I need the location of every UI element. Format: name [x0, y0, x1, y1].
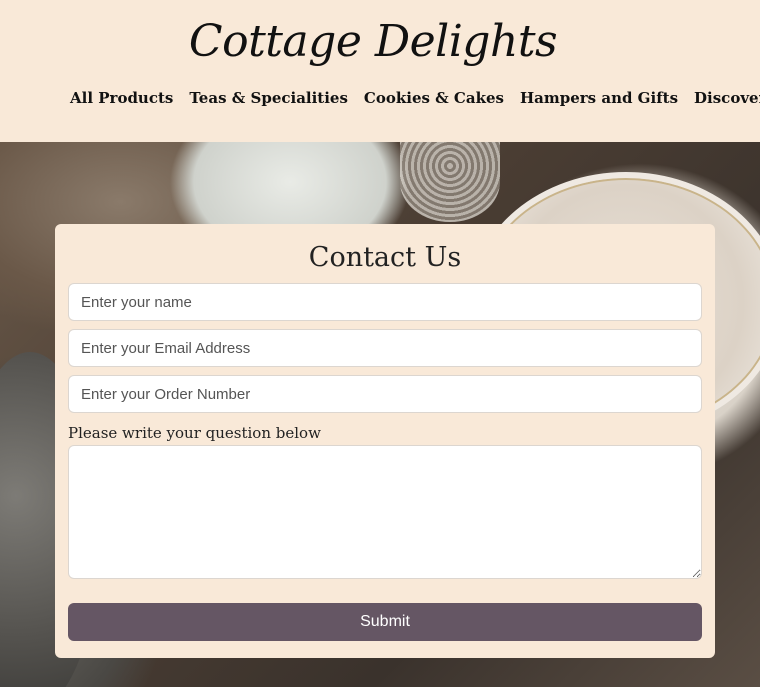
email-input[interactable]: [68, 329, 702, 367]
main-nav: All Products Teas & Specialities Cookies…: [70, 86, 760, 110]
site-header: Cottage Delights All Products Teas & Spe…: [0, 0, 760, 142]
order-number-input[interactable]: [68, 375, 702, 413]
name-input[interactable]: [68, 283, 702, 321]
question-textarea[interactable]: [68, 445, 702, 579]
contact-title: Contact Us: [308, 242, 462, 273]
nav-link-all-products[interactable]: All Products: [70, 86, 173, 110]
brand-logo[interactable]: Cottage Delights: [0, 12, 746, 72]
nav-link-hampers-gifts[interactable]: Hampers and Gifts: [520, 86, 678, 110]
question-label: Please write your question below: [68, 424, 321, 442]
doily-image-detail: [400, 142, 500, 222]
nav-link-cookies-cakes[interactable]: Cookies & Cakes: [364, 86, 504, 110]
submit-button[interactable]: Submit: [68, 603, 702, 641]
nav-link-teas-specialities[interactable]: Teas & Specialities: [189, 86, 348, 110]
nav-link-discover[interactable]: Discover: [694, 86, 760, 110]
contact-form: Contact Us Please write your question be…: [55, 224, 715, 658]
